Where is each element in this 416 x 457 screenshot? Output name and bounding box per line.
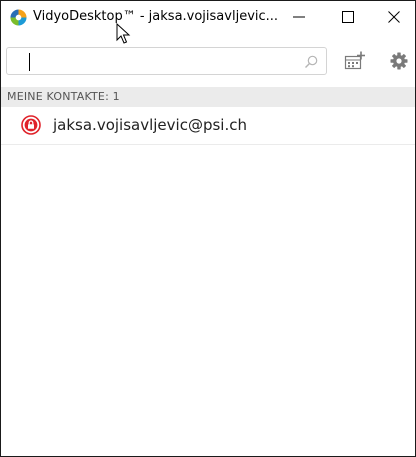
settings-button[interactable] bbox=[381, 47, 415, 75]
mouse-pointer-icon bbox=[116, 23, 131, 44]
contact-name: jaksa.vojisavljevic@psi.ch bbox=[53, 116, 247, 134]
search-input[interactable] bbox=[15, 51, 289, 73]
search-box[interactable] bbox=[6, 47, 327, 75]
contacts-count-label: MEINE KONTAKTE: 1 bbox=[7, 90, 120, 103]
close-button[interactable] bbox=[371, 1, 415, 33]
add-contact-icon bbox=[344, 51, 365, 70]
contact-list-item[interactable]: jaksa.vojisavljevic@psi.ch bbox=[1, 108, 415, 145]
vidyo-app-icon bbox=[10, 9, 27, 26]
contacts-section-header: MEINE KONTAKTE: 1 bbox=[1, 87, 415, 107]
text-caret bbox=[29, 53, 30, 71]
add-contact-button[interactable] bbox=[337, 47, 373, 75]
app-window: VidyoDesktop™ - jaksa.vojisavljevic... M… bbox=[0, 0, 416, 457]
locked-status-icon bbox=[21, 115, 41, 135]
window-title: VidyoDesktop™ - jaksa.vojisavljevic... bbox=[33, 9, 279, 24]
gear-icon bbox=[390, 52, 408, 70]
maximize-button[interactable] bbox=[325, 1, 371, 33]
toolbar bbox=[1, 45, 415, 79]
minimize-icon bbox=[293, 16, 305, 18]
title-bar[interactable]: VidyoDesktop™ - jaksa.vojisavljevic... bbox=[1, 1, 415, 44]
maximize-icon bbox=[342, 11, 354, 23]
minimize-button[interactable] bbox=[276, 1, 322, 33]
close-icon bbox=[388, 11, 400, 23]
search-icon[interactable] bbox=[304, 55, 318, 69]
